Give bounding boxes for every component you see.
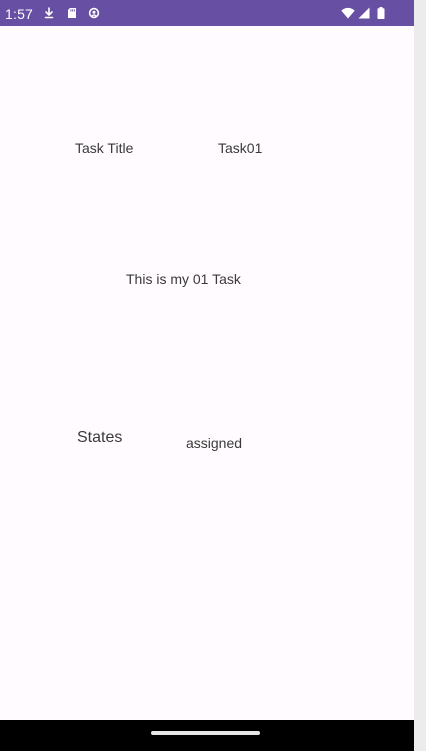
states-label: States [77,429,123,446]
task-title-label: Task Title [75,140,134,156]
status-bar: 1:57 [0,0,414,26]
signal-icon [358,7,370,19]
navigation-bar [0,720,414,751]
screen-edge [414,0,426,751]
task-title-value: Task01 [218,140,263,156]
sd-card-icon [68,8,76,18]
status-time: 1:57 [5,6,34,22]
download-icon [44,7,54,19]
app-screen: 1:57 Task Title Task01 This is my 01 Tas… [0,0,414,751]
task-detail-content: Task Title Task01 This is my 01 Task Sta… [0,26,414,720]
task-description: This is my 01 Task [126,271,241,287]
states-value: assigned [186,435,243,451]
home-gesture-handle[interactable] [151,731,260,735]
wifi-icon [341,7,355,19]
sync-icon [88,7,100,19]
battery-icon [377,7,385,19]
